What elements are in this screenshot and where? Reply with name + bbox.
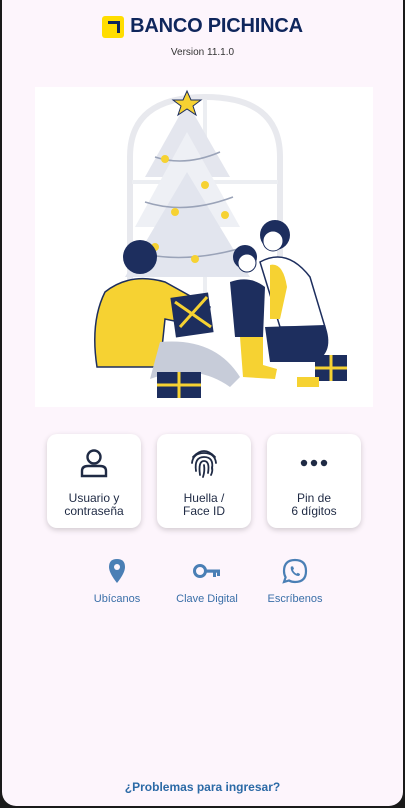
login-screen: BANCO PICHINCA Version 11.1.0 Usuario y … [2,0,403,806]
digital-key-link[interactable]: Clave Digital [167,556,247,605]
locate-us-link[interactable]: Ubícanos [77,556,157,605]
login-user-password-label: Usuario y contraseña [64,491,124,518]
key-icon [193,556,221,586]
hero-illustration [35,87,373,407]
location-pin-icon [108,556,126,586]
write-us-link[interactable]: Escríbenos [255,556,335,605]
login-user-password-button[interactable]: Usuario y contraseña [47,434,141,528]
brand-header: BANCO PICHINCA [2,15,403,38]
fingerprint-icon [189,448,219,478]
user-icon [80,448,108,478]
login-biometric-button[interactable]: Huella / Face ID [157,434,251,528]
login-options: Usuario y contraseña Huella / Face ID Pi… [47,434,361,528]
dots-icon [300,448,328,478]
brand-name: BANCO PICHINCA [130,15,303,37]
app-version: Version 11.1.0 [170,47,235,58]
write-us-label: Escríbenos [267,593,323,605]
login-biometric-label: Huella / Face ID [182,491,225,518]
locate-us-label: Ubícanos [93,593,141,605]
pichincha-logo-icon [102,15,125,38]
login-problems-link[interactable]: ¿Problemas para ingresar? [2,780,403,794]
quick-links: Ubícanos Clave Digital Escríbenos [77,556,337,612]
whatsapp-icon [282,556,308,586]
digital-key-label: Clave Digital [176,593,238,605]
login-pin-label: Pin de 6 dígitos [291,491,337,518]
login-pin-button[interactable]: Pin de 6 dígitos [267,434,361,528]
